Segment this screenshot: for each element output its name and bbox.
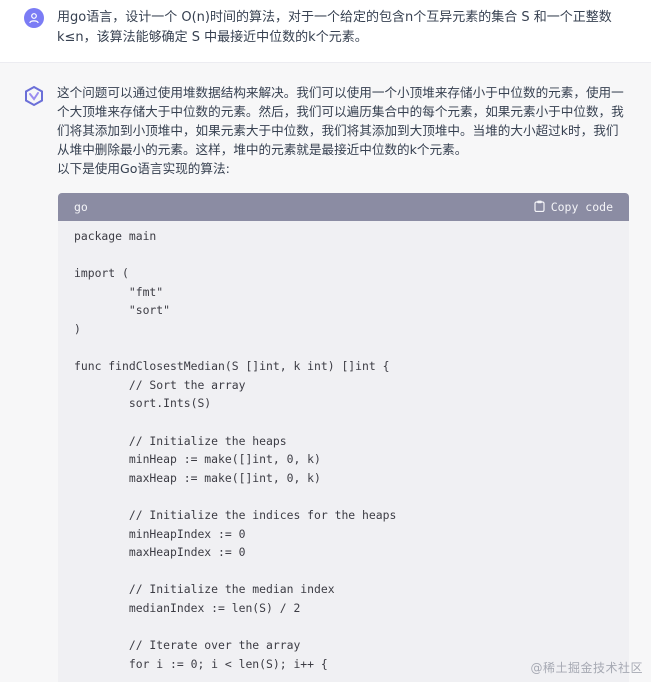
code-line: import ( bbox=[74, 266, 129, 281]
copy-code-label: Copy code bbox=[550, 200, 613, 214]
code-line: sort.Ints(S) bbox=[74, 396, 212, 411]
code-line: // Initialize the heaps bbox=[74, 433, 287, 448]
answer-paragraph: 这个问题可以通过使用堆数据结构来解决。我们可以使用一个小顶堆来存储小于中位数的元… bbox=[57, 85, 624, 157]
code-line: func findClosestMedian(S []int, k int) [… bbox=[74, 359, 390, 374]
user-message-text: 用go语言，设计一个 O(n)时间的算法，对于一个给定的包含n个互异元素的集合 … bbox=[57, 10, 612, 45]
clipboard-icon bbox=[534, 200, 545, 215]
copy-code-button[interactable]: Copy code bbox=[534, 200, 613, 215]
user-message-row: 用go语言，设计一个 O(n)时间的算法，对于一个给定的包含n个互异元素的集合 … bbox=[0, 0, 651, 63]
code-line: ) bbox=[74, 321, 81, 336]
code-line: // Iterate over the array bbox=[74, 638, 301, 653]
code-line: // Initialize the indices for the heaps bbox=[74, 507, 397, 522]
assistant-logo-icon bbox=[23, 85, 45, 107]
code-line: // Initialize the median index bbox=[74, 582, 335, 597]
user-icon bbox=[24, 8, 44, 28]
assistant-answer: 这个问题可以通过使用堆数据结构来解决。我们可以使用一个小顶堆来存储小于中位数的元… bbox=[57, 83, 627, 178]
code-line: maxHeap := make([]int, 0, k) bbox=[74, 470, 321, 485]
code-body: package main import ( "fmt" "sort") func f… bbox=[58, 221, 629, 682]
code-line: minHeap := make([]int, 0, k) bbox=[74, 452, 321, 467]
answer-intro: 以下是使用Go语言实现的算法: bbox=[57, 161, 230, 176]
assistant-message-row: 这个问题可以通过使用堆数据结构来解决。我们可以使用一个小顶堆来存储小于中位数的元… bbox=[0, 63, 651, 682]
code-line: medianIndex := len(S) / 2 bbox=[74, 600, 301, 615]
code-line: minHeapIndex := 0 bbox=[74, 526, 246, 541]
code-language-label: go bbox=[74, 200, 88, 214]
code-line: "sort" bbox=[74, 303, 171, 318]
watermark-text: @稀土掘金技术社区 bbox=[530, 661, 643, 675]
code-block: go Copy code package main import ( "fmt" … bbox=[58, 193, 629, 682]
code-line: "fmt" bbox=[74, 284, 164, 299]
code-line: maxHeapIndex := 0 bbox=[74, 545, 246, 560]
code-header: go Copy code bbox=[58, 193, 629, 221]
code-line: // Sort the array bbox=[74, 377, 246, 392]
code-line: package main bbox=[74, 229, 157, 243]
